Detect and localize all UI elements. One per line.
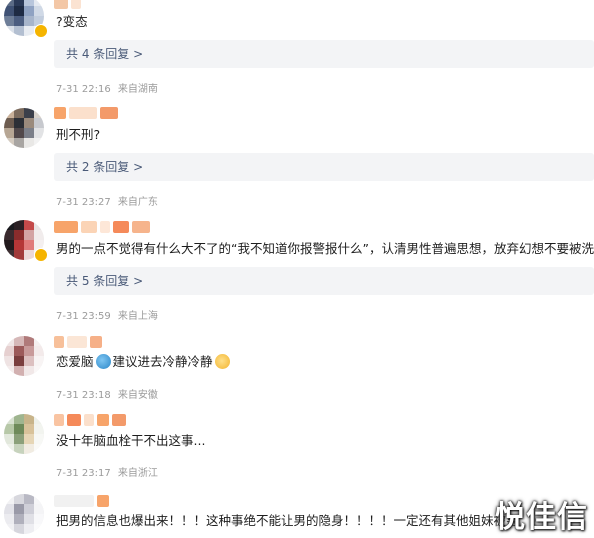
comment-location: 来自上海 — [117, 311, 158, 322]
comment-text: 没十年脑血栓干不出这事... — [56, 433, 206, 448]
watermark: 悦佳信 — [495, 500, 588, 535]
fish-emoji-icon — [95, 354, 111, 369]
blurred-username[interactable] — [54, 335, 102, 349]
view-replies-link[interactable]: 共 2 条回复 > — [54, 153, 594, 181]
view-replies-link[interactable]: 共 5 条回复 > — [54, 267, 594, 295]
avatar[interactable] — [4, 494, 44, 534]
comment-meta: 7-31 23:27 来自广东 — [56, 193, 158, 208]
comment-text-part: 建议进去冷静冷静 — [112, 354, 213, 369]
comment-text: ?变态 — [56, 14, 88, 29]
comment-time: 7-31 22:16 — [56, 84, 111, 95]
thumbs-emoji-icon — [214, 354, 230, 369]
comment-location: 来自安徽 — [117, 390, 158, 401]
comment-meta: 7-31 23:18 来自安徽 — [56, 386, 158, 401]
avatar[interactable] — [4, 108, 44, 148]
avatar[interactable] — [4, 336, 44, 376]
blurred-username[interactable] — [54, 220, 150, 234]
blurred-username[interactable] — [54, 0, 81, 10]
comment-time: 7-31 23:18 — [56, 390, 111, 401]
verified-badge-icon — [34, 248, 48, 262]
comment-meta: 7-31 22:16 来自湖南 — [56, 80, 158, 95]
comment-time: 7-31 23:59 — [56, 311, 111, 322]
comment-text: 把男的信息也爆出来！！！这种事绝不能让男的隐身！！！！一定还有其他姐妹被害 — [56, 513, 519, 528]
comment-location: 来自湖南 — [117, 84, 158, 95]
comment-location: 来自浙江 — [117, 468, 158, 479]
view-replies-link[interactable]: 共 4 条回复 > — [54, 40, 594, 68]
avatar[interactable] — [4, 414, 44, 454]
comment-meta: 7-31 23:59 来自上海 — [56, 307, 158, 322]
comment-text: 恋爱脑 建议进去冷静冷静 — [56, 353, 232, 371]
comment-time: 7-31 23:17 — [56, 468, 111, 479]
verified-badge-icon — [34, 24, 48, 38]
comment-location: 来自广东 — [117, 197, 158, 208]
comment-text-part: 恋爱脑 — [56, 354, 94, 369]
comment-text: 刑不刑? — [56, 127, 101, 142]
comment-text: 男的一点不觉得有什么大不了的“我不知道你报警报什么”，认清男性普遍思想，放弃幻想… — [56, 241, 594, 256]
blurred-username[interactable] — [54, 494, 109, 508]
blurred-username[interactable] — [54, 106, 118, 120]
comment-meta: 7-31 23:17 来自浙江 — [56, 464, 158, 479]
comment-time: 7-31 23:27 — [56, 197, 111, 208]
blurred-username[interactable] — [54, 413, 126, 427]
